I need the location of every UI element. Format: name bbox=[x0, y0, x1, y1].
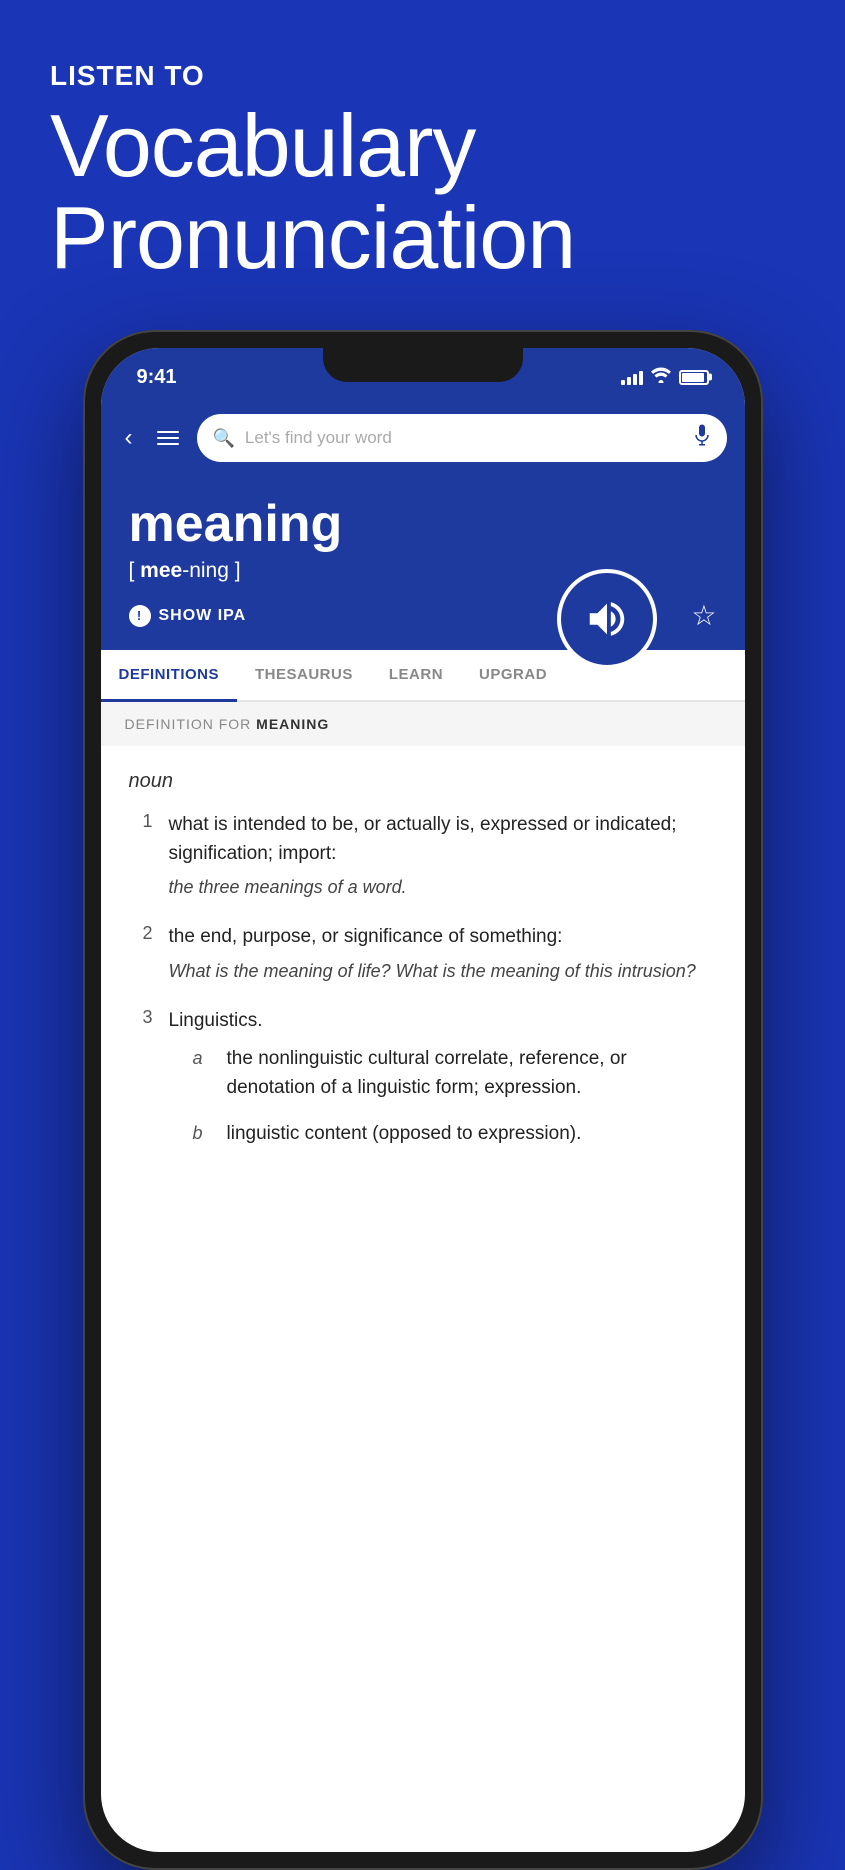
definition-header-prefix: DEFINITION FOR bbox=[125, 716, 257, 732]
sub-def-text-b: linguistic content (opposed to expressio… bbox=[227, 1123, 582, 1144]
phone-notch bbox=[323, 348, 523, 382]
hero-title: Vocabulary Pronunciation bbox=[50, 100, 795, 285]
mic-icon[interactable] bbox=[693, 424, 711, 452]
part-of-speech: noun bbox=[129, 770, 717, 793]
hero-title-line2: Pronunciation bbox=[50, 188, 575, 287]
def-example-2: What is the meaning of life? What is the… bbox=[169, 958, 717, 985]
def-number-2: 2 bbox=[129, 923, 153, 944]
def-text-2: the end, purpose, or significance of som… bbox=[169, 926, 563, 947]
sub-def-content-b: linguistic content (opposed to expressio… bbox=[227, 1120, 717, 1149]
sub-def-item-a: a the nonlinguistic cultural correlate, … bbox=[169, 1045, 717, 1102]
def-content-2: the end, purpose, or significance of som… bbox=[169, 923, 717, 985]
status-icons bbox=[621, 367, 709, 388]
ipa-info-icon: ! bbox=[129, 605, 151, 627]
def-example-1: the three meanings of a word. bbox=[169, 874, 717, 901]
word-section: meaning [ mee-ning ] ! SHOW IPA ☆ bbox=[101, 474, 745, 650]
app-header: ‹ 🔍 Let's find your word bbox=[101, 402, 745, 474]
phone-screen: 9:41 bbox=[101, 348, 745, 1852]
def-number-1: 1 bbox=[129, 811, 153, 832]
def-text-3: Linguistics. bbox=[169, 1010, 263, 1031]
sub-def-letter-a: a bbox=[193, 1045, 213, 1102]
definition-item-3: 3 Linguistics. a the nonlinguistic cultu… bbox=[129, 1007, 717, 1167]
menu-button[interactable] bbox=[151, 427, 185, 449]
back-button[interactable]: ‹ bbox=[119, 420, 139, 456]
search-bar[interactable]: 🔍 Let's find your word bbox=[197, 414, 727, 462]
search-input[interactable]: Let's find your word bbox=[245, 428, 683, 448]
speaker-button[interactable] bbox=[557, 569, 657, 669]
search-icon: 🔍 bbox=[213, 428, 235, 449]
definition-item-2: 2 the end, purpose, or significance of s… bbox=[129, 923, 717, 985]
definition-header: DEFINITION FOR MEANING bbox=[101, 702, 745, 746]
listen-to-label: LISTEN TO bbox=[50, 60, 795, 92]
phone-mockup: 9:41 bbox=[83, 330, 763, 1870]
hero-title-line1: Vocabulary bbox=[50, 96, 475, 195]
favorite-button[interactable]: ☆ bbox=[691, 599, 716, 632]
tabs-bar: DEFINITIONS THESAURUS LEARN UPGRAD bbox=[101, 650, 745, 702]
tab-learn[interactable]: LEARN bbox=[371, 650, 461, 700]
status-time: 9:41 bbox=[137, 366, 177, 389]
definition-card: noun 1 what is intended to be, or actual… bbox=[101, 746, 745, 1213]
sub-def-item-b: b linguistic content (opposed to express… bbox=[169, 1120, 717, 1149]
def-number-3: 3 bbox=[129, 1007, 153, 1028]
sub-def-letter-b: b bbox=[193, 1120, 213, 1149]
word-title: meaning bbox=[129, 496, 717, 553]
sub-def-text-a: the nonlinguistic cultural correlate, re… bbox=[227, 1048, 627, 1098]
definition-item-1: 1 what is intended to be, or actually is… bbox=[129, 811, 717, 901]
show-ipa-label: SHOW IPA bbox=[159, 607, 247, 625]
tab-thesaurus[interactable]: THESAURUS bbox=[237, 650, 371, 700]
battery-icon bbox=[679, 370, 709, 385]
tab-upgrade[interactable]: UPGRAD bbox=[461, 650, 565, 700]
definitions-list: 1 what is intended to be, or actually is… bbox=[129, 811, 717, 1167]
signal-icon bbox=[621, 369, 643, 385]
wifi-icon bbox=[651, 367, 671, 388]
tab-definitions[interactable]: DEFINITIONS bbox=[101, 650, 238, 702]
show-ipa-button[interactable]: ! SHOW IPA bbox=[129, 605, 247, 627]
def-content-3: Linguistics. a the nonlinguistic cultura… bbox=[169, 1007, 717, 1167]
speaker-icon bbox=[584, 596, 630, 642]
phone-outer-shell: 9:41 bbox=[83, 330, 763, 1870]
content-area: DEFINITION FOR MEANING noun 1 what is in… bbox=[101, 702, 745, 1213]
pronunciation-stress: mee bbox=[140, 559, 182, 582]
definition-header-word: MEANING bbox=[256, 716, 329, 732]
sub-definitions-list: a the nonlinguistic cultural correlate, … bbox=[169, 1045, 717, 1149]
def-text-1: what is intended to be, or actually is, … bbox=[169, 814, 677, 864]
word-actions: ! SHOW IPA ☆ bbox=[129, 599, 717, 632]
def-content-1: what is intended to be, or actually is, … bbox=[169, 811, 717, 901]
sub-def-content-a: the nonlinguistic cultural correlate, re… bbox=[227, 1045, 717, 1102]
hero-section: LISTEN TO Vocabulary Pronunciation bbox=[0, 0, 845, 315]
